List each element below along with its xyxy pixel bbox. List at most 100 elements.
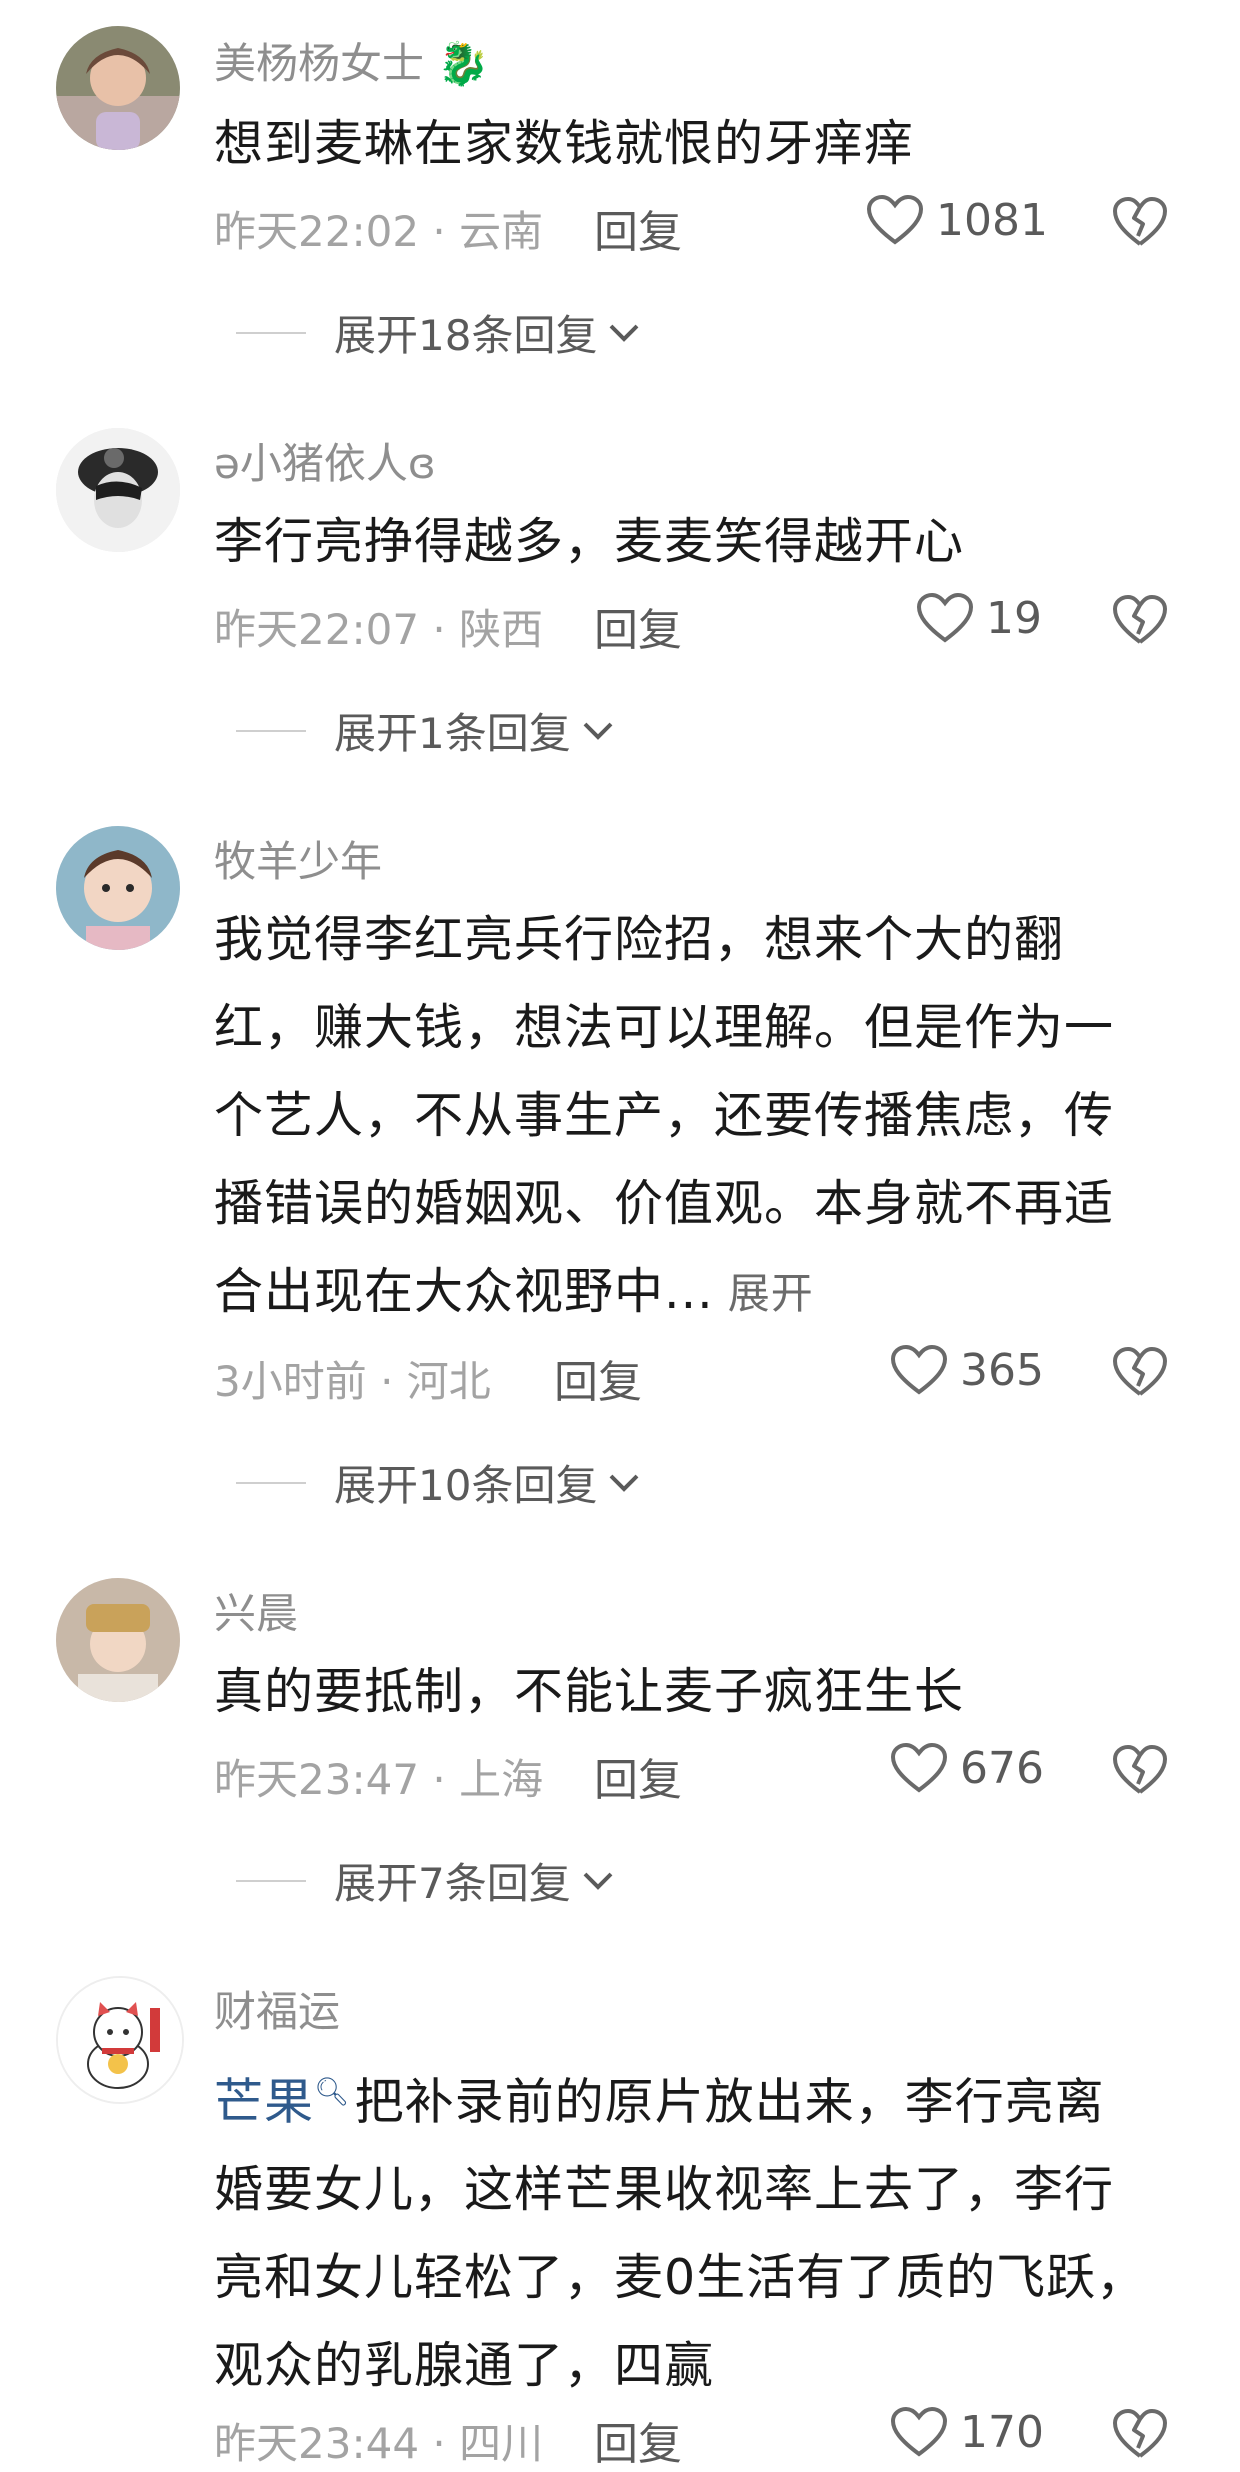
like-count: 676 [960,1742,1044,1794]
expand-replies-label: 展开18条回复 [334,311,598,360]
like-button[interactable]: 19 [916,592,1042,644]
comment-text: 真的要抵制，不能让麦子疯狂生长 [214,1663,965,1720]
broken-heart-icon [1113,1347,1167,1396]
reply-button[interactable]: 回复 [594,196,682,260]
comment-time: 昨天23:47 [214,1755,420,1804]
heart-icon [890,1742,948,1793]
avatar[interactable] [56,428,180,552]
chevron-down-icon [610,1474,639,1492]
comment-meta: 3小时前 · 河北 [214,1348,491,1409]
avatar-image [56,826,180,950]
username[interactable]: 财福运 [214,1978,340,2039]
dislike-button[interactable] [1112,1744,1168,1800]
like-button[interactable]: 170 [890,2406,1044,2458]
lucky-cat-avatar-icon [58,1978,182,2102]
heart-icon [890,1344,948,1395]
avatar-image [56,1578,180,1702]
comment-location: 上海 [459,1755,544,1804]
divider-dash [236,729,306,732]
comment-text-line: 播错误的婚姻观、价值观。本身就不再适 [214,1175,1115,1232]
like-count: 19 [986,592,1042,644]
comment-text-line: 个艺人，不从事生产，还要传播焦虑，传 [214,1087,1115,1144]
comment-location: 云南 [459,207,544,256]
comment-text-line: 芒果🔍︎把补录前的原片放出来，李行亮离 [214,2048,1174,2146]
separator: · [419,1755,460,1804]
expand-replies-label: 展开1条回复 [334,709,571,758]
comment-text: 想到麦琳在家数钱就恨的牙痒痒 [214,115,915,172]
username[interactable]: 美杨杨女士 🐉 [214,30,490,91]
broken-heart-icon [1113,1745,1167,1794]
dislike-button[interactable] [1112,1346,1168,1402]
comment-text-line: 婚要女儿，这样芒果收视率上去了，李行 [214,2161,1115,2219]
mention-link[interactable]: 芒果 [214,2073,314,2130]
broken-heart-icon [1113,2409,1167,2458]
expand-replies-label: 展开10条回复 [334,1461,598,1510]
comment-time: 3小时前 [214,1357,367,1406]
username[interactable]: 兴晨 [214,1580,298,1641]
avatar[interactable] [56,26,180,150]
search-icon[interactable]: 🔍︎ [314,2075,351,2108]
heart-icon [890,2406,948,2457]
like-count: 1081 [936,194,1048,246]
comment-text-line: 红，赚大钱，想法可以理解。但是作为一 [214,999,1115,1056]
expand-replies-button[interactable]: 展开10条回复 [236,1452,643,1513]
username[interactable]: ə小猪依人ɞ [214,430,436,491]
broken-heart-icon [1113,197,1167,246]
expand-replies-button[interactable]: 展开18条回复 [236,302,643,363]
expand-text-button[interactable]: 展开 [728,1269,814,1318]
divider-dash [236,1879,306,1882]
comment-text-line: 观众的乳腺通了，四赢 [214,2337,715,2395]
separator: · [366,1357,407,1406]
avatar[interactable] [56,1578,180,1702]
expand-replies-button[interactable]: 展开7条回复 [236,1850,617,1911]
chevron-down-icon [583,1872,613,1890]
divider-dash [236,1481,306,1484]
like-count: 365 [960,1344,1044,1396]
like-count: 170 [960,2406,1044,2458]
avatar[interactable] [56,826,180,950]
username-text: 美杨杨女士 [214,39,425,88]
comment-location: 陕西 [459,605,544,654]
like-button[interactable]: 1081 [866,194,1048,246]
comment-text: 芒果🔍︎把补录前的原片放出来，李行亮离 婚要女儿，这样芒果收视率上去了，李行 亮… [214,2048,1174,2410]
expand-replies-label: 展开7条回复 [334,1859,571,1908]
comment-text-line: 我觉得李红亮兵行险招，想来个大的翻 [214,911,1065,968]
broken-heart-icon [1113,595,1167,644]
like-button[interactable]: 676 [890,1742,1044,1794]
chevron-down-icon [583,722,613,740]
comment-meta: 昨天23:44 · 四川 [214,2410,543,2471]
comment-meta: 昨天22:02 · 云南 [214,198,543,259]
like-button[interactable]: 365 [890,1344,1044,1396]
dragon-badge-icon: 🐉 [437,39,490,88]
reply-button[interactable]: 回复 [594,594,682,658]
expand-replies-button[interactable]: 展开1条回复 [236,700,617,761]
username[interactable]: 牧羊少年 [214,828,382,889]
heart-icon [916,592,974,643]
comment-text-line: 亮和女儿轻松了，麦0生活有了质的飞跃， [214,2249,1147,2307]
separator: · [419,207,460,256]
separator: · [419,2419,460,2468]
divider-dash [236,331,306,334]
dislike-button[interactable] [1112,594,1168,650]
comment-time: 昨天22:02 [214,207,420,256]
comment-location: 四川 [459,2419,544,2468]
comment-meta: 昨天22:07 · 陕西 [214,596,543,657]
reply-button[interactable]: 回复 [554,1346,642,1410]
comment-time: 昨天22:07 [214,605,420,654]
comment-text: 我觉得李红亮兵行险招，想来个大的翻 红，赚大钱，想法可以理解。但是作为一 个艺人… [214,896,1174,1338]
separator: · [419,605,460,654]
comment-time: 昨天23:44 [214,2419,420,2468]
avatar-image [56,26,180,150]
avatar[interactable] [56,1976,184,2104]
comment-text-fragment: 合出现在大众视野中... [214,1263,714,1320]
dislike-button[interactable] [1112,196,1168,252]
chevron-down-icon [610,324,639,342]
comment-meta: 昨天23:47 · 上海 [214,1746,543,1807]
reply-button[interactable]: 回复 [594,1744,682,1808]
comment-text-line: 合出现在大众视野中... 展开 [214,1248,1174,1338]
comment-text: 李行亮挣得越多，麦麦笑得越开心 [214,513,965,570]
heart-icon [866,194,924,245]
dislike-button[interactable] [1112,2408,1168,2464]
reply-button[interactable]: 回复 [594,2408,682,2472]
avatar-image [56,428,180,552]
